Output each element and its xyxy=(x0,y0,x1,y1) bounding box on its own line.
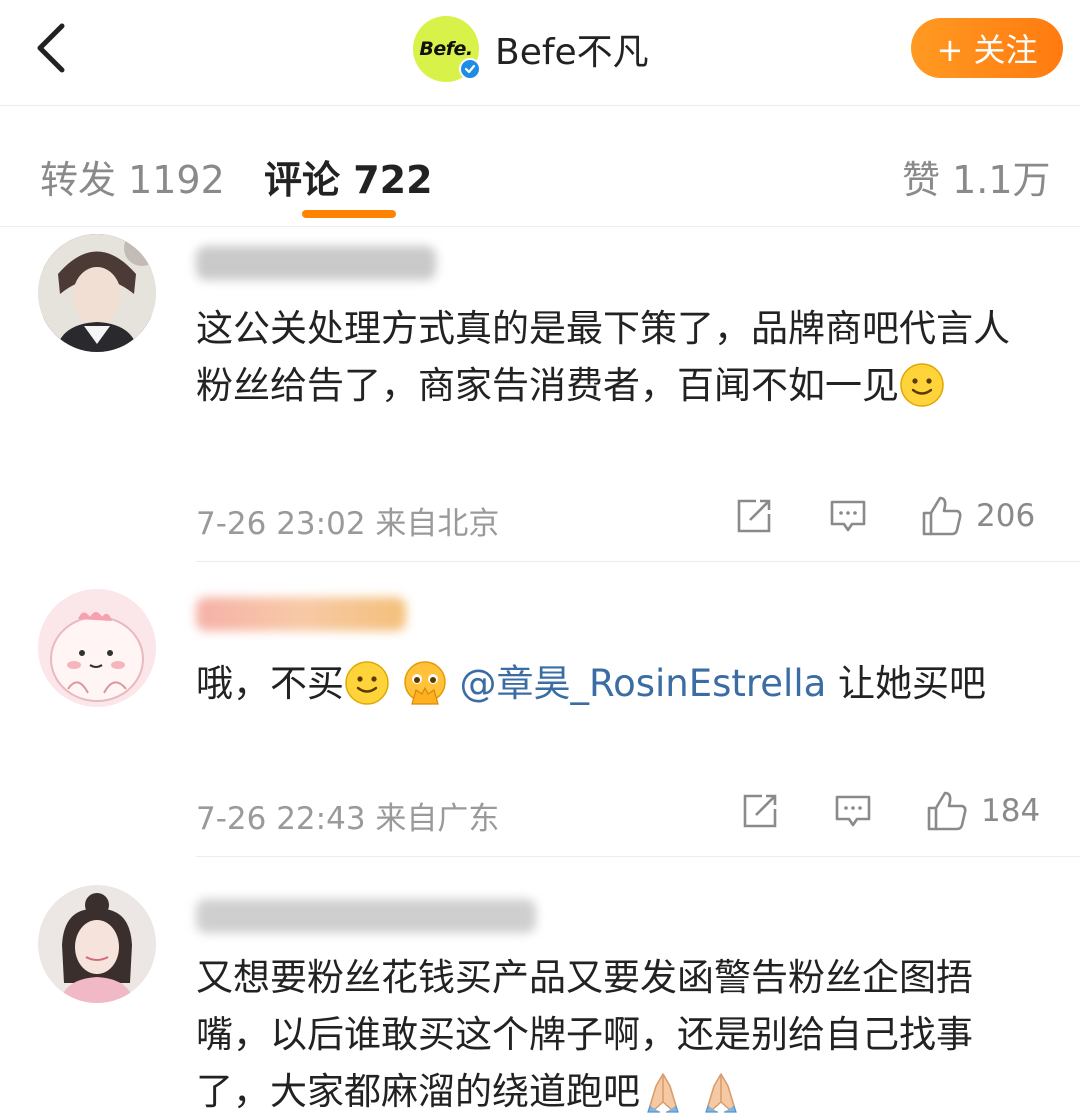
repost-icon[interactable] xyxy=(734,496,774,536)
comment-text: 哦，不买 @章昊_RosinEstrella 让她买吧 xyxy=(196,655,1036,712)
comment-location: 来自广东 xyxy=(375,801,500,837)
account-header[interactable]: Befe. Befe不凡 xyxy=(413,14,649,84)
tab-reposts[interactable]: 转发 1192 xyxy=(40,149,225,204)
logo-text: Befe. xyxy=(419,38,473,60)
thumbs-up-icon xyxy=(927,791,967,831)
comment-body-end: 让她买吧 xyxy=(826,662,987,705)
reply-icon[interactable] xyxy=(828,496,868,536)
comment-body: 这公关处理方式真的是最下策了，品牌商吧代言人粉丝给告了，商家告消费者，百闻不如一… xyxy=(196,307,1010,407)
account-avatar[interactable]: Befe. xyxy=(413,16,481,82)
comment-text: 又想要粉丝花钱买产品又要发函警告粉丝企图捂嘴，以后谁敢买这个牌子啊，还是别给自己… xyxy=(196,949,1036,1119)
follow-button[interactable]: + 关注 xyxy=(911,18,1063,78)
comment-meta: 7-26 23:02 来自北京 xyxy=(196,498,499,543)
praying-hands-emoji-icon xyxy=(647,1072,679,1113)
comment-item: 又想要粉丝花钱买产品又要发函警告粉丝企图捂嘴，以后谁敢买这个牌子啊，还是别给自己… xyxy=(0,857,1080,1119)
repost-icon[interactable] xyxy=(740,791,780,831)
smile-emoji-icon xyxy=(900,362,944,407)
comment-body: 又想要粉丝花钱买产品又要发函警告粉丝企图捂嘴，以后谁敢买这个牌子啊，还是别给自己… xyxy=(196,956,973,1113)
divider xyxy=(196,561,1080,562)
like-button[interactable]: 184 xyxy=(925,789,1040,833)
avatar[interactable] xyxy=(38,234,156,352)
top-bar: Befe. Befe不凡 + 关注 xyxy=(0,0,1080,106)
reply-icon[interactable] xyxy=(833,791,873,831)
smile-emoji-icon xyxy=(345,660,389,705)
account-name[interactable]: Befe不凡 xyxy=(495,23,649,75)
blurred-username[interactable] xyxy=(196,246,436,280)
verified-badge-icon xyxy=(459,58,481,80)
praying-hands-emoji-icon xyxy=(704,1072,737,1113)
back-arrow-icon[interactable] xyxy=(26,18,86,78)
comment-text: 这公关处理方式真的是最下策了，品牌商吧代言人粉丝给告了，商家告消费者，百闻不如一… xyxy=(196,300,1036,414)
like-count: 184 xyxy=(981,793,1041,829)
blurred-username[interactable] xyxy=(196,899,536,933)
thumbs-up-icon xyxy=(922,496,962,536)
tab-likes[interactable]: 赞 1.1万 xyxy=(902,149,1051,204)
like-button[interactable]: 206 xyxy=(920,494,1035,538)
tab-comments[interactable]: 评论 722 xyxy=(264,149,433,204)
comment-body: 哦，不买 xyxy=(196,662,344,705)
avatar[interactable] xyxy=(38,885,156,1003)
blurred-username[interactable] xyxy=(196,597,406,631)
tab-bar: 转发 1192 评论 722 赞 1.1万 xyxy=(0,107,1080,227)
comment-meta: 7-26 22:43 来自广东 xyxy=(196,793,499,838)
comment-item: 哦，不买 @章昊_RosinEstrella 让她买吧 7-26 22:43 来… xyxy=(0,563,1080,857)
active-tab-indicator xyxy=(302,210,396,218)
comment-time: 7-26 22:43 xyxy=(196,801,366,837)
avatar[interactable] xyxy=(38,589,156,707)
mention-link[interactable]: @章昊_RosinEstrella xyxy=(460,662,827,705)
comment-location: 来自北京 xyxy=(375,506,500,542)
like-count: 206 xyxy=(976,498,1036,534)
pleading-emoji-icon xyxy=(404,660,446,705)
comment-item: 这公关处理方式真的是最下策了，品牌商吧代言人粉丝给告了，商家告消费者，百闻不如一… xyxy=(0,228,1080,563)
comment-time: 7-26 23:02 xyxy=(196,506,366,542)
